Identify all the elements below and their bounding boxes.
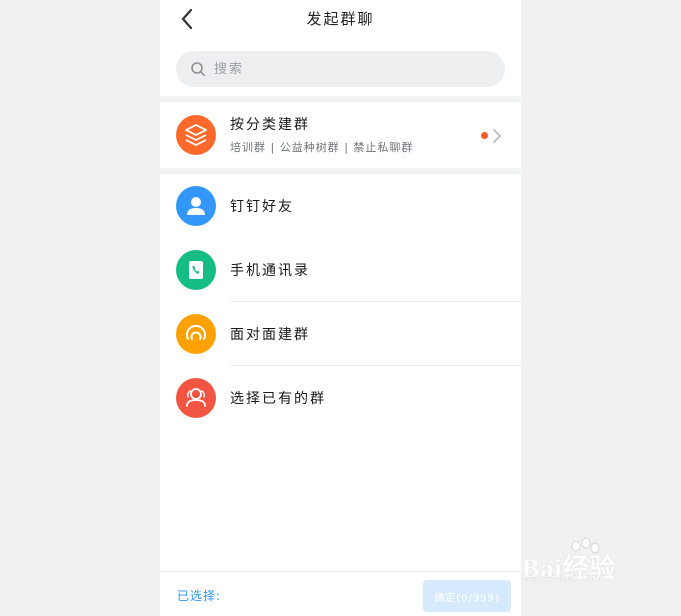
option-phone-contacts[interactable]: 手机通讯录 (160, 238, 521, 302)
create-by-category-item[interactable]: 按分类建群 培训群 | 公益种树群 | 禁止私聊群 (160, 102, 521, 168)
layers-icon (185, 124, 207, 146)
page-title: 发起群聊 (306, 10, 375, 28)
phone-screen: 发起群聊 按分类建群 培训群 | 公益种树群 | 禁止私聊群 (160, 0, 521, 616)
search-bar[interactable] (176, 51, 505, 87)
search-section (160, 38, 521, 96)
search-input[interactable] (214, 51, 484, 87)
friends-avatar (176, 186, 216, 226)
existing-group-avatar (176, 378, 216, 418)
face-to-face-avatar (176, 314, 216, 354)
user-icon (187, 197, 205, 215)
option-label: 面对面建群 (230, 327, 310, 343)
contacts-book-icon (189, 261, 203, 279)
search-icon (191, 62, 205, 76)
confirm-button[interactable]: 确定(0/999) (423, 580, 511, 612)
selection-footer: 已选择: 确定(0/999) (160, 571, 521, 616)
watermark-url: jingyan.baidu.com (522, 574, 606, 584)
category-subtitle: 培训群 | 公益种树群 | 禁止私聊群 (230, 141, 414, 154)
option-dingtalk-friends[interactable]: 钉钉好友 (160, 174, 521, 238)
new-badge-dot (481, 132, 488, 139)
contacts-avatar (176, 250, 216, 290)
radar-icon (186, 324, 206, 340)
chevron-right-icon (493, 129, 501, 143)
option-label: 钉钉好友 (230, 199, 294, 215)
category-avatar (176, 115, 216, 155)
option-face-to-face[interactable]: 面对面建群 (160, 302, 521, 366)
navigation-bar: 发起群聊 (160, 0, 521, 38)
group-icon (186, 388, 206, 407)
category-title: 按分类建群 (230, 117, 310, 133)
option-label: 手机通讯录 (230, 263, 310, 279)
selected-count-label: 已选择: (177, 589, 222, 603)
option-existing-group[interactable]: 选择已有的群 (160, 366, 521, 430)
option-label: 选择已有的群 (230, 391, 326, 407)
baidu-watermark: Bai经验 jingyan.baidu.com (522, 537, 652, 586)
